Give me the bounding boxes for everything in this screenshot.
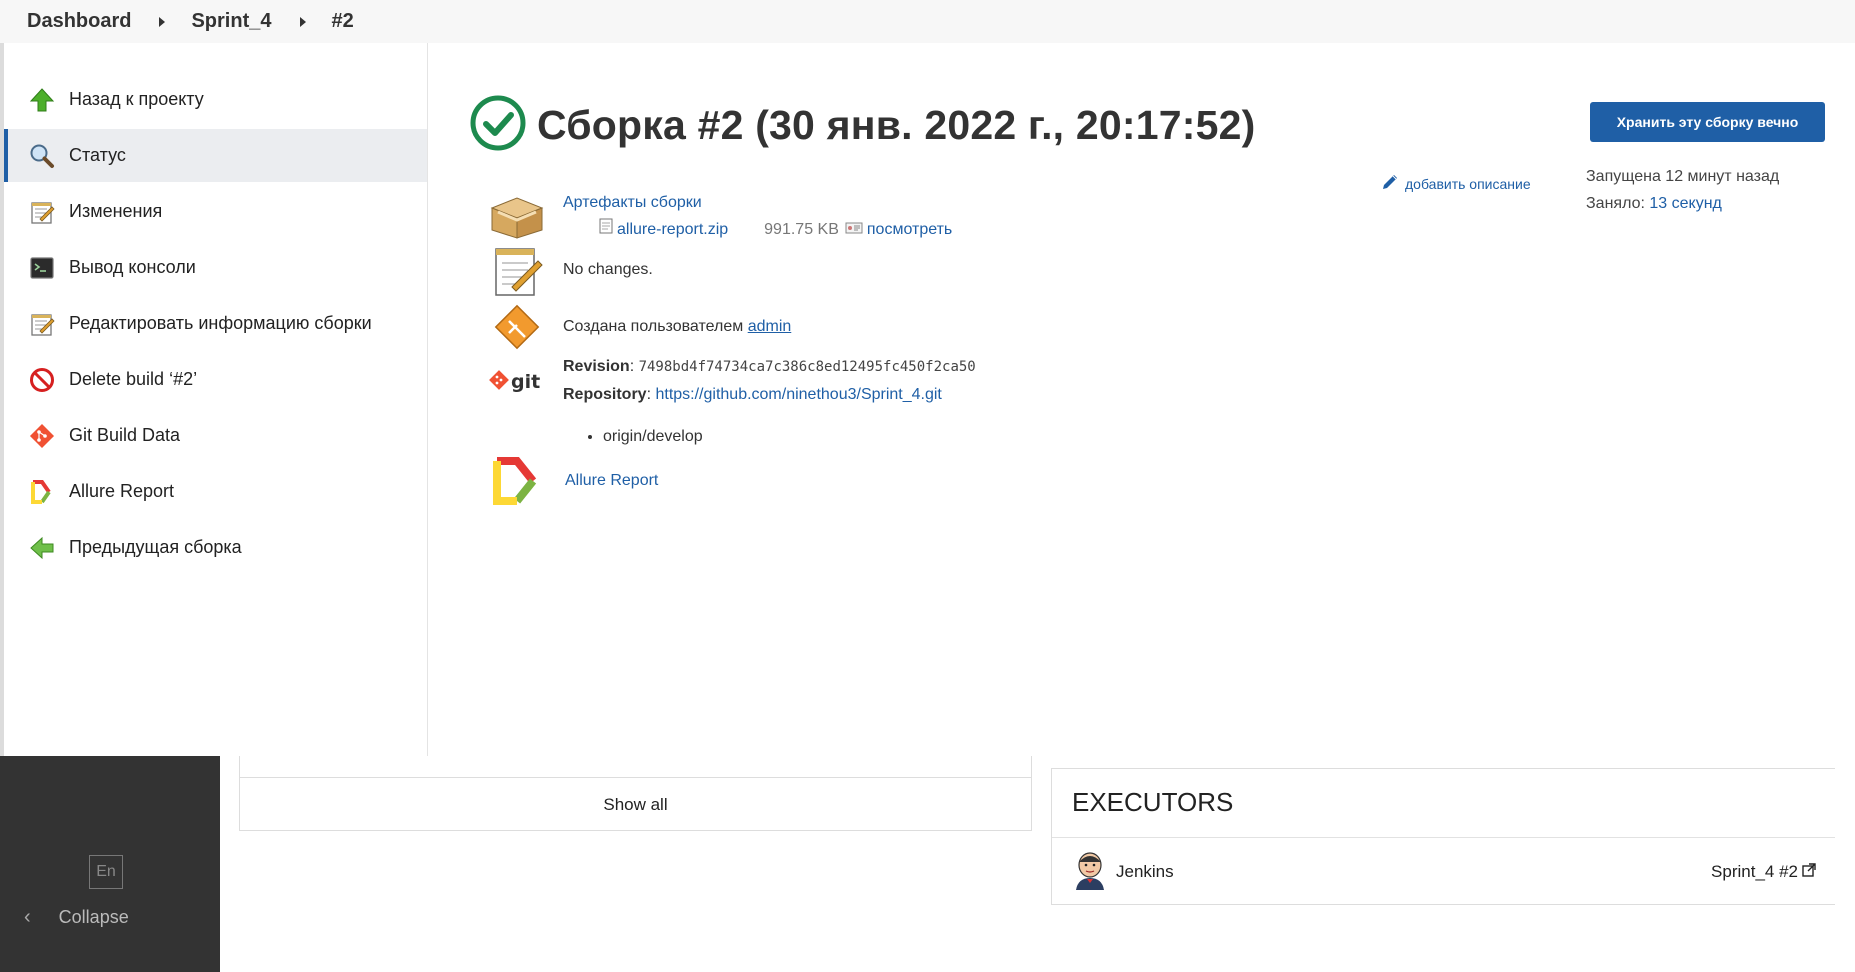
file-icon — [599, 216, 613, 243]
left-arrow-icon — [28, 534, 56, 562]
keep-build-forever-button[interactable]: Хранить эту сборку вечно — [1590, 102, 1825, 142]
page-title: Сборка #2 (30 янв. 2022 г., 20:17:52) — [537, 102, 1256, 148]
user-cause-icon — [487, 299, 547, 355]
chevron-left-icon: ‹ — [24, 906, 31, 928]
task-label: Назад к проекту — [69, 89, 204, 109]
allure-icon — [28, 478, 56, 506]
branch-list: origin/develop — [603, 423, 976, 450]
search-icon — [28, 142, 56, 170]
duration-label: Заняло: — [1586, 195, 1645, 212]
svg-text:git: git — [511, 371, 540, 393]
main-panel: Сборка #2 (30 янв. 2022 г., 20:17:52) Хр… — [429, 43, 1855, 756]
git-logo-icon: git — [487, 353, 547, 409]
artifacts-section: Артефакты сборки allure-report.zip 991.7… — [487, 189, 952, 245]
task-label: Git Build Data — [69, 425, 181, 445]
allure-report-link[interactable]: Allure Report — [565, 472, 658, 489]
breadcrumb-dashboard[interactable]: Dashboard — [27, 10, 131, 33]
success-check-icon — [469, 94, 527, 157]
artifact-row: allure-report.zip 991.75 KB посмотреть — [599, 216, 952, 243]
breadcrumb-job[interactable]: Sprint_4 — [191, 10, 271, 33]
allure-section: Allure Report — [487, 453, 658, 509]
cause-user-link[interactable]: admin — [748, 318, 792, 335]
task-changes[interactable]: Изменения — [4, 185, 427, 238]
cause-prefix: Создана пользователем — [563, 318, 744, 335]
artifact-size: 991.75 KB — [764, 221, 839, 238]
task-back-to-project[interactable]: Назад к проекту — [4, 73, 427, 126]
task-allure-report[interactable]: Allure Report — [4, 465, 427, 518]
collapse-button[interactable]: ‹ Collapse — [24, 906, 129, 929]
task-label: Редактировать информацию сборки — [69, 313, 372, 333]
terminal-icon — [28, 254, 56, 282]
divider — [1052, 837, 1835, 838]
notepad-icon — [28, 198, 56, 226]
collapse-label: Collapse — [58, 907, 129, 927]
artifacts-link[interactable]: Артефакты сборки — [563, 194, 702, 211]
executor-name: Jenkins — [1116, 862, 1174, 881]
git-icon — [28, 422, 56, 450]
branch-item: origin/develop — [603, 423, 976, 450]
cause-section: Создана пользователем admin — [487, 299, 791, 355]
revision-line: Revision: 7498bd4f74734ca7c386c8ed12495f… — [563, 358, 976, 375]
revision-label: Revision — [563, 358, 630, 375]
external-link-icon — [1798, 862, 1816, 882]
artifact-view-link[interactable]: посмотреть — [867, 216, 952, 243]
started-text: Запущена 12 минут назад — [1586, 168, 1780, 185]
executor-job-link[interactable]: Sprint_4 #2 — [1711, 862, 1816, 882]
repository-link[interactable]: https://github.com/ninethou3/Sprint_4.gi… — [655, 386, 941, 403]
no-entry-icon — [28, 366, 56, 394]
notepad-icon — [487, 243, 547, 299]
pencil-icon — [1381, 173, 1405, 194]
git-section: git Revision: 7498bd4f74734ca7c386c8ed12… — [487, 353, 976, 450]
task-edit-build-info[interactable]: Редактировать информацию сборки — [4, 297, 427, 350]
task-previous-build[interactable]: Предыдущая сборка — [4, 521, 427, 574]
task-label: Вывод консоли — [69, 257, 196, 277]
view-card-icon — [845, 216, 863, 243]
duration-link[interactable]: 13 секунд — [1649, 195, 1722, 212]
executor-row: Jenkins Sprint_4 #2 — [1072, 849, 1816, 895]
executors-title: EXECUTORS — [1072, 787, 1234, 817]
up-arrow-icon — [28, 86, 56, 114]
breadcrumb-chevron-icon[interactable] — [159, 16, 166, 27]
repository-line: Repository: https://github.com/ninethou3… — [563, 386, 942, 403]
task-label: Предыдущая сборка — [69, 537, 242, 557]
task-label: Изменения — [69, 201, 163, 221]
duration-line: Заняло: 13 секунд — [1586, 190, 1779, 217]
executor-job-label: Sprint_4 #2 — [1711, 862, 1798, 881]
revision-hash: 7498bd4f74734ca7c386c8ed12495fc450f2ca50 — [638, 359, 976, 375]
task-label: Delete build ‘#2’ — [69, 369, 198, 389]
notepad-icon — [28, 310, 56, 338]
language-toggle[interactable]: En — [89, 855, 123, 889]
breadcrumb: Dashboard Sprint_4 #2 — [0, 0, 1855, 43]
show-all-button[interactable]: Show all — [240, 778, 1031, 831]
repository-label: Repository — [563, 386, 647, 403]
task-label: Allure Report — [69, 481, 175, 501]
build-timing: Запущена 12 минут назад Заняло: 13 секун… — [1586, 163, 1779, 217]
artifact-file-link[interactable]: allure-report.zip — [617, 216, 728, 243]
changes-section: No changes. — [487, 243, 653, 299]
package-icon — [487, 189, 547, 245]
side-panel: Назад к проекту Статус Изменения Вывод к… — [4, 43, 428, 756]
task-label: Статус — [69, 145, 126, 165]
jenkins-avatar-icon — [1072, 850, 1108, 895]
task-delete-build[interactable]: Delete build ‘#2’ — [4, 353, 427, 406]
task-console-output[interactable]: Вывод консоли — [4, 241, 427, 294]
allure-icon — [487, 453, 547, 509]
add-description-label: добавить описание — [1405, 175, 1531, 192]
no-changes-text: No changes. — [563, 261, 653, 278]
task-git-build-data[interactable]: Git Build Data — [4, 409, 427, 462]
task-status[interactable]: Статус — [4, 129, 427, 182]
executors-panel: EXECUTORS Jenkins Sprint_4 #2 — [1051, 768, 1835, 905]
breadcrumb-chevron-icon[interactable] — [299, 16, 306, 27]
build-queue-panel: Show all — [239, 756, 1032, 831]
breadcrumb-build[interactable]: #2 — [332, 10, 354, 33]
build-title: Сборка #2 (30 янв. 2022 г., 20:17:52) — [469, 94, 1255, 157]
add-description-link[interactable]: добавить описание — [1381, 173, 1531, 194]
